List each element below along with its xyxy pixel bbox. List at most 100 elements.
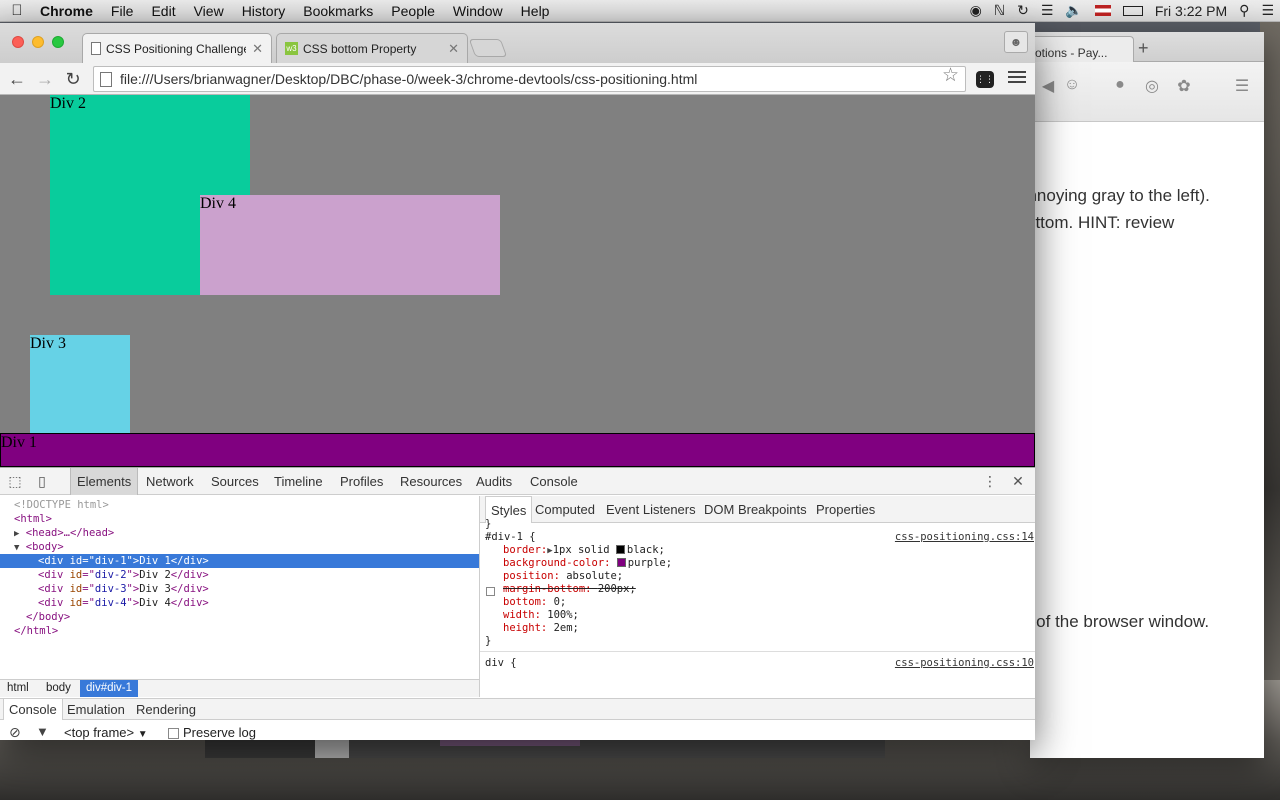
back-arrow-icon[interactable]: ← [5,67,29,91]
div-4[interactable]: Div 4 [200,195,500,295]
device-mode-icon[interactable]: ▯ [34,473,50,489]
profile-icon[interactable]: ☻ [1004,31,1028,53]
tab-timeline[interactable]: Timeline [268,468,329,495]
color-swatch[interactable] [616,558,626,567]
tab-sources[interactable]: Sources [205,468,265,495]
prop-background-color[interactable]: background-color: purple; [503,557,672,570]
tab-rendering[interactable]: Rendering [131,699,201,720]
prop-bottom[interactable]: bottom: 0; [503,596,566,609]
filter-icon[interactable]: ▼ [36,724,49,739]
dom-div-2[interactable]: <div id="div-2">Div 2</div> [0,568,480,582]
dock-item[interactable] [349,740,885,758]
tab-properties[interactable]: Properties [811,496,880,523]
property-checkbox[interactable] [486,587,495,596]
dom-div-1[interactable]: <div id="div-1">Div 1</div> [0,554,480,568]
tab-console[interactable]: Console [524,468,584,495]
dock-item[interactable] [440,740,580,746]
frame-select[interactable]: <top frame> ▼ [64,725,148,740]
notification-center-icon[interactable]: ☰ [1255,2,1280,19]
tab-elements[interactable]: Elements [70,468,139,495]
close-tab-icon[interactable]: ✕ [448,41,459,57]
tab-event-listeners[interactable]: Event Listeners [601,496,701,523]
forward-arrow-icon[interactable]: → [33,67,57,91]
menu-history[interactable]: History [233,3,295,19]
tab-audits[interactable]: Audits [470,468,518,495]
extension-icon[interactable]: ☺ [1062,76,1082,96]
battery-icon[interactable] [1122,5,1143,16]
creative-cloud-icon[interactable]: ◉ [964,2,988,19]
dom-div-4[interactable]: <div id="div-4">Div 4</div> [0,596,480,610]
menu-icon[interactable]: ☰ [1232,76,1252,96]
dom-body-close[interactable]: </body> [0,610,480,624]
crumb-html[interactable]: html [1,680,35,697]
minimize-window-button[interactable] [32,36,44,48]
wifi-icon[interactable]: ☰ [1035,2,1060,19]
address-bar[interactable]: file:///Users/brianwagner/Desktop/DBC/ph… [93,66,966,92]
rule-selector[interactable]: #div-1 { [485,531,536,544]
expand-triangle-icon[interactable]: ▶ [14,529,19,539]
rule-source-link[interactable]: css-positioning.css:14 [895,531,1034,544]
menu-bookmarks[interactable]: Bookmarks [294,3,382,19]
prop-height[interactable]: height: 2em; [503,622,579,635]
rule-selector[interactable]: div { [485,657,517,670]
clear-console-icon[interactable]: ⊘ [9,724,21,740]
menu-people[interactable]: People [382,3,444,19]
dom-head-node[interactable]: ▶ <head>…</head> [0,526,480,540]
menu-help[interactable]: Help [512,3,559,19]
dom-body-node[interactable]: ▼ <body> [0,540,480,554]
puzzle-icon[interactable]: ✿ [1174,76,1194,96]
prop-position[interactable]: position: absolute; [503,570,623,583]
tab-profiles[interactable]: Profiles [334,468,389,495]
tab-console-drawer[interactable]: Console [3,699,63,720]
new-tab-button[interactable] [468,39,508,57]
back-icon[interactable]: ◀ [1038,76,1058,96]
time-machine-icon[interactable]: ↻ [1011,2,1035,19]
dom-doctype[interactable]: <!DOCTYPE html> [0,498,480,512]
color-swatch[interactable] [615,545,625,554]
tab-emulation[interactable]: Emulation [62,699,130,720]
close-tab-icon[interactable]: ✕ [252,41,263,57]
globe-icon[interactable]: ◎ [1142,76,1162,96]
reload-icon[interactable]: ↻ [61,67,85,91]
div-3[interactable]: Div 3 [30,335,130,435]
menu-window[interactable]: Window [444,3,512,19]
dom-html-open[interactable]: <html> [0,512,480,526]
chrome-menu-icon[interactable] [1008,68,1026,86]
menu-edit[interactable]: Edit [142,3,184,19]
chat-icon[interactable]: ● [1110,76,1130,96]
menu-view[interactable]: View [185,3,233,19]
preserve-log-checkbox[interactable] [168,728,179,739]
bluetooth-icon[interactable]: ℕ [988,2,1011,19]
bg-tab[interactable]: otions - Pay... [1030,36,1134,62]
menu-app-chrome[interactable]: Chrome [34,3,102,19]
close-devtools-icon[interactable]: ✕ [1010,473,1026,489]
more-options-icon[interactable]: ⋮ [982,473,998,489]
menu-file[interactable]: File [102,3,143,19]
rule-source-link[interactable]: css-positioning.css:10 [895,657,1034,670]
tab-network[interactable]: Network [140,468,200,495]
blackberry-extension-icon[interactable]: ⋮⋮ [976,71,994,88]
tab-styles[interactable]: Styles [485,496,533,523]
crumb-body[interactable]: body [40,680,77,697]
prop-width[interactable]: width: 100%; [503,609,579,622]
tab-computed[interactable]: Computed [530,496,600,523]
dom-div-3[interactable]: <div id="div-3">Div 3</div> [0,582,480,596]
prop-border[interactable]: border:▶1px solid black; [503,544,665,557]
new-tab-plus-icon[interactable]: + [1138,38,1149,59]
inspect-element-icon[interactable]: ⬚ [7,473,23,489]
tab-dom-breakpoints[interactable]: DOM Breakpoints [699,496,812,523]
apple-menu-icon[interactable]:  [0,2,34,19]
dock-item[interactable] [205,740,315,758]
div-1[interactable]: Div 1 [0,433,1035,467]
collapse-triangle-icon[interactable]: ▼ [14,543,19,553]
tab-css-bottom[interactable]: w3 CSS bottom Property ✕ [276,33,468,63]
close-window-button[interactable] [12,36,24,48]
dom-html-close[interactable]: </html> [0,624,480,638]
volume-icon[interactable]: 🔈 [1059,2,1088,19]
zoom-window-button[interactable] [52,36,64,48]
bookmark-star-icon[interactable]: ☆ [942,64,959,87]
spotlight-search-icon[interactable]: ⚲ [1233,2,1255,19]
crumb-div-1[interactable]: div#div-1 [80,680,139,697]
prop-margin-bottom[interactable]: margin-bottom: 200px; [503,583,636,596]
tab-css-positioning[interactable]: CSS Positioning Challenge ✕ [82,33,272,63]
